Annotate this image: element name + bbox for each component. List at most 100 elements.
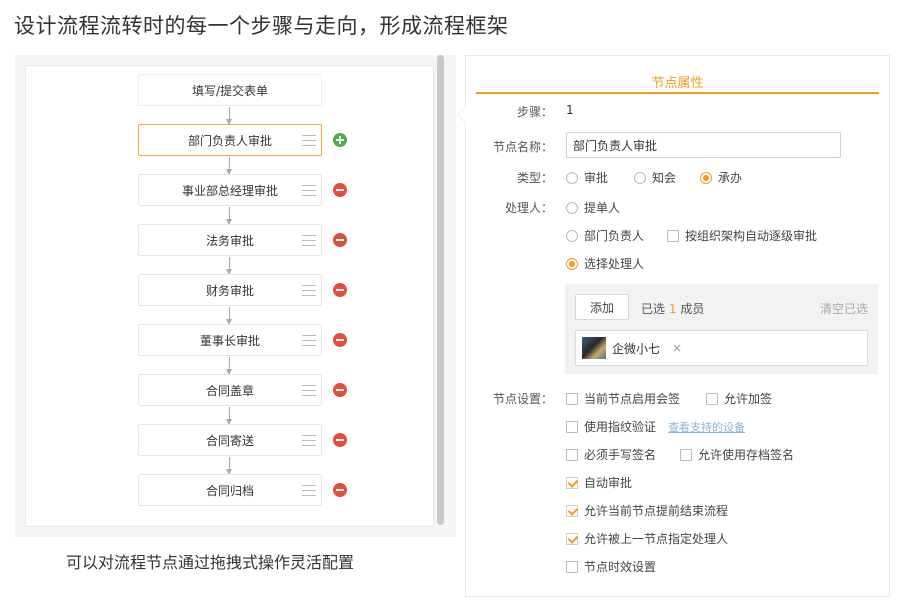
handler-option-dept-head[interactable]: 部门负责人 — [566, 227, 644, 244]
node-name-input[interactable] — [566, 132, 841, 158]
scrollbar-thumb[interactable] — [437, 55, 444, 525]
setting-fingerprint[interactable]: 使用指纹验证 查看支持的设备 — [566, 418, 745, 435]
checkbox-checked-icon — [566, 504, 578, 517]
setting-archived-signature[interactable]: 允许使用存档签名 — [680, 446, 794, 463]
handler-option-submitter[interactable]: 提单人 — [566, 199, 620, 216]
drag-handle-icon[interactable] — [302, 135, 316, 146]
flow-node-archive[interactable]: 合同归档 — [138, 474, 322, 506]
checkbox-icon — [680, 448, 692, 461]
flow-node-label: 合同盖章 — [205, 383, 254, 398]
flow-arrow — [226, 257, 232, 275]
flow-node-label: 填写/提交表单 — [191, 83, 269, 98]
delete-node-button[interactable] — [333, 433, 347, 447]
type-option-notify[interactable]: 知会 — [634, 169, 676, 186]
delete-node-button[interactable] — [333, 483, 347, 497]
supported-devices-link[interactable]: 查看支持的设备 — [668, 419, 745, 435]
radio-icon — [566, 171, 578, 184]
drag-handle-icon[interactable] — [302, 185, 316, 196]
add-node-button[interactable] — [333, 133, 347, 147]
step-label: 步骤： — [516, 105, 553, 119]
flow-arrow — [226, 407, 232, 425]
flow-arrow — [226, 157, 232, 175]
type-label: 类型： — [516, 171, 553, 185]
panel-title: 节点属性 — [651, 76, 704, 91]
radio-icon — [566, 201, 578, 214]
flow-arrow — [226, 357, 232, 375]
page-headline: 设计流程流转时的每一个步骤与走向，形成流程框架 — [14, 14, 509, 38]
drag-handle-icon[interactable] — [302, 435, 316, 446]
selected-count-text: 已选 1 成员 — [641, 302, 705, 316]
radio-selected-icon — [700, 171, 712, 184]
flow-arrow — [226, 307, 232, 325]
checkbox-icon — [566, 420, 578, 433]
setting-early-end[interactable]: 允许当前节点提前结束流程 — [566, 502, 728, 519]
selected-count: 1 — [668, 302, 677, 316]
flow-node-label: 法务审批 — [205, 233, 254, 248]
flow-node-label: 董事长审批 — [199, 333, 260, 348]
flow-node-submit-form[interactable]: 填写/提交表单 — [138, 74, 322, 106]
checkbox-icon — [566, 448, 578, 461]
checkbox-checked-icon — [566, 532, 578, 545]
radio-icon — [634, 171, 646, 184]
delete-node-button[interactable] — [333, 233, 347, 247]
checkbox-icon — [566, 560, 578, 573]
flow-arrow — [226, 207, 232, 225]
flow-node-label: 财务审批 — [205, 283, 254, 298]
setting-auto-approve[interactable]: 自动审批 — [566, 474, 632, 491]
step-value: 1 — [566, 103, 574, 117]
title-underline — [476, 92, 879, 94]
flow-node-gm[interactable]: 事业部总经理审批 — [138, 174, 322, 206]
drag-handle-icon[interactable] — [302, 385, 316, 396]
node-properties-panel: 节点属性 步骤： 1 节点名称： 类型： 审批 知会 承办 处理人： 提单人 部… — [457, 55, 890, 597]
flow-canvas: 填写/提交表单 部门负责人审批 事业部总经理审批 法务审批 财务审批 董事长审批… — [25, 65, 434, 527]
flow-node-finance[interactable]: 财务审批 — [138, 274, 322, 306]
flow-node-chairman[interactable]: 董事长审批 — [138, 324, 322, 356]
delete-node-button[interactable] — [333, 383, 347, 397]
flow-node-label: 事业部总经理审批 — [181, 183, 278, 198]
flow-arrow — [226, 457, 232, 475]
delete-node-button[interactable] — [333, 283, 347, 297]
type-option-approve[interactable]: 审批 — [566, 169, 608, 186]
node-name-label: 节点名称： — [492, 140, 553, 154]
clear-selected-link[interactable]: 清空已选 — [820, 300, 868, 317]
flow-node-mail[interactable]: 合同寄送 — [138, 424, 322, 456]
checkbox-icon — [667, 229, 679, 242]
setting-prev-assign[interactable]: 允许被上一节点指定处理人 — [566, 530, 728, 547]
checkbox-icon — [706, 392, 718, 405]
setting-time-limit[interactable]: 节点时效设置 — [566, 558, 656, 575]
delete-node-button[interactable] — [333, 183, 347, 197]
checkbox-checked-icon — [566, 476, 578, 489]
org-escalation-checkbox[interactable]: 按组织架构自动逐级审批 — [667, 227, 817, 244]
flow-node-label: 部门负责人审批 — [187, 133, 272, 148]
member-name: 企微小七 — [612, 341, 661, 356]
drag-handle-icon[interactable] — [302, 335, 316, 346]
selected-members-box: 添加 已选 1 成员 清空已选 企微小七 × — [565, 284, 878, 374]
flow-node-legal[interactable]: 法务审批 — [138, 224, 322, 256]
remove-member-icon[interactable]: × — [672, 341, 682, 355]
radio-icon — [566, 229, 578, 242]
handler-option-choose[interactable]: 选择处理人 — [566, 255, 644, 272]
flow-node-label: 合同归档 — [205, 483, 254, 498]
flow-node-dept-head[interactable]: 部门负责人审批 — [138, 124, 322, 156]
radio-selected-icon — [566, 257, 578, 270]
member-chip-area: 企微小七 × — [575, 330, 868, 366]
setting-handwritten[interactable]: 必须手写签名 — [566, 446, 656, 463]
settings-label: 节点设置： — [492, 392, 553, 406]
flow-node-label: 合同寄送 — [205, 433, 254, 448]
flow-caption: 可以对流程节点通过拖拽式操作灵活配置 — [66, 553, 355, 572]
flow-node-stamp[interactable]: 合同盖章 — [138, 374, 322, 406]
setting-countersign[interactable]: 当前节点启用会签 — [566, 390, 680, 407]
drag-handle-icon[interactable] — [302, 235, 316, 246]
flow-designer-panel: 填写/提交表单 部门负责人审批 事业部总经理审批 法务审批 财务审批 董事长审批… — [15, 55, 456, 537]
drag-handle-icon[interactable] — [302, 285, 316, 296]
type-option-undertake[interactable]: 承办 — [700, 169, 742, 186]
avatar — [582, 337, 606, 359]
add-member-button[interactable]: 添加 — [575, 294, 629, 320]
handler-label: 处理人： — [504, 201, 553, 215]
drag-handle-icon[interactable] — [302, 485, 316, 496]
checkbox-icon — [566, 392, 578, 405]
setting-add-signer[interactable]: 允许加签 — [706, 390, 772, 407]
member-chip: 企微小七 × — [582, 337, 682, 359]
flow-arrow — [226, 107, 232, 125]
delete-node-button[interactable] — [333, 333, 347, 347]
